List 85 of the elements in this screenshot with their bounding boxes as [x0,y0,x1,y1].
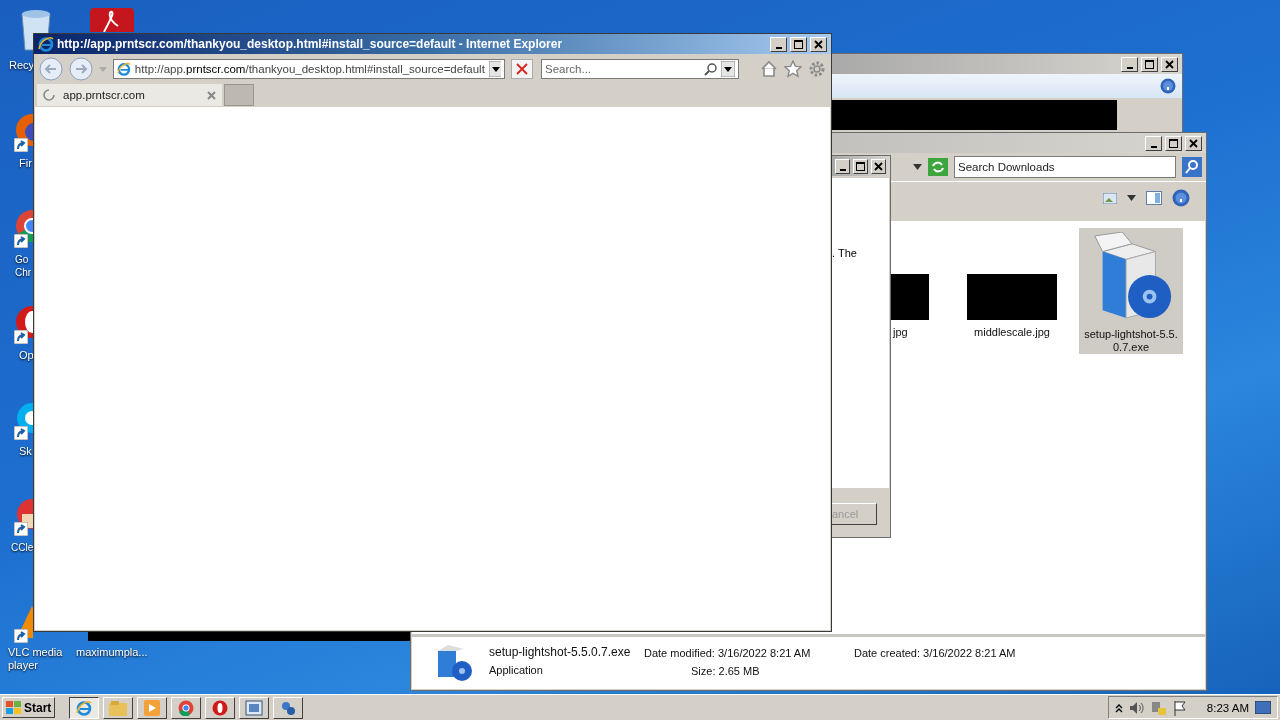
maximize-icon [856,161,865,171]
loading-icon [43,89,55,101]
window-title: http://app.prntscr.com/thankyou_desktop.html#install_source=default - Internet Explorer [57,37,564,51]
start-button[interactable]: Start [2,697,56,718]
close-tab-icon[interactable] [207,90,216,100]
search-icon[interactable] [704,62,717,76]
maximize-button[interactable] [853,158,868,174]
star-icon[interactable] [784,60,802,78]
close-button[interactable] [871,158,886,174]
file-size: Size: 2.65 MB [691,665,760,677]
icon-label: VLC media [8,646,63,659]
opera-icon [212,699,229,716]
tool-icon [280,699,297,716]
taskbar-app[interactable] [69,696,100,719]
folder-icon [109,699,128,716]
icon-label: CCle [11,541,34,554]
maximize-button[interactable] [1141,56,1158,72]
close-icon [1189,138,1198,148]
close-button[interactable] [1161,56,1178,72]
maximize-button[interactable] [1165,135,1182,151]
file-item[interactable]: jpg [891,228,931,354]
close-button[interactable] [810,36,827,52]
clock: 8:23 AM [1206,701,1249,714]
date-modified: Date modified: 3/16/2022 8:21 AM [644,647,811,659]
file-name: jpg [891,326,908,339]
maximize-icon [1169,138,1178,148]
icon-label: player [8,659,38,672]
maximize-icon [794,39,803,49]
dialog-text: . The [832,247,857,259]
dropdown-arrow-icon[interactable] [488,61,501,77]
file-type: Application [489,664,543,676]
icon-label: Op [19,349,34,362]
minimize-icon [839,168,846,171]
view-icon[interactable] [1103,192,1117,204]
home-icon[interactable] [760,60,778,78]
image-thumbnail [891,274,929,320]
maximize-button[interactable] [790,36,807,52]
icon-label: Recy [9,59,35,72]
file-item[interactable]: middlescale.jpg [960,228,1064,354]
minimize-button[interactable] [1121,56,1138,72]
close-icon [814,39,823,49]
help-icon[interactable] [1160,78,1176,94]
minimize-button[interactable] [770,36,787,52]
dropdown-arrow-icon[interactable] [721,61,735,77]
minimize-icon [775,46,782,49]
file-item[interactable]: setup-lightshot-5.5.0.7.exe [1079,228,1183,354]
flag-icon[interactable] [1172,699,1187,716]
browser-tab[interactable]: app.prntscr.com [37,84,222,106]
ie-icon [38,36,54,52]
chevron-up-icon[interactable] [1114,702,1123,713]
play-icon [144,699,161,716]
close-button[interactable] [1185,135,1202,151]
icon-label: Go [15,253,29,266]
refresh-icon[interactable] [928,158,948,176]
icon-label: maximumpla... [76,646,148,659]
stop-button[interactable] [511,59,533,79]
icon-label: Fir [19,157,32,170]
icon-label: Chr [15,266,32,279]
file-name: middlescale.jpg [973,326,1051,339]
chrome-icon [178,699,195,716]
windows-logo-icon [6,700,22,715]
address-bar[interactable]: http://app.prntscr.com/thankyou_desktop.html#install_source=default [113,59,505,79]
dropdown-arrow-icon[interactable] [913,164,922,170]
close-icon [1165,59,1174,69]
ie-icon [117,61,131,77]
ie-icon [76,699,93,716]
maximize-icon [1145,59,1154,69]
file-name: setup-lightshot-5.5.0.7.exe [1083,328,1179,354]
minimize-icon [1126,66,1133,69]
minimize-button[interactable] [835,158,850,174]
icon-label: Sk [19,445,32,458]
search-icon[interactable] [1182,157,1202,177]
help-icon[interactable] [1172,189,1190,207]
minimize-button[interactable] [1145,135,1162,151]
screen-icon [245,699,264,716]
search-field[interactable]: Search... [541,59,739,79]
pdf-icon[interactable] [90,8,134,32]
preview-pane-icon[interactable] [1146,191,1162,205]
speaker-icon[interactable] [1128,700,1145,715]
search-field[interactable]: Search Downloads [954,156,1176,178]
file-name: setup-lightshot-5.5.0.7.exe [489,645,631,659]
minimize-icon [1150,145,1157,148]
close-icon [874,161,883,171]
dropdown-arrow-icon[interactable] [1127,195,1136,201]
date-created: Date created: 3/16/2022 8:21 AM [854,647,1016,659]
